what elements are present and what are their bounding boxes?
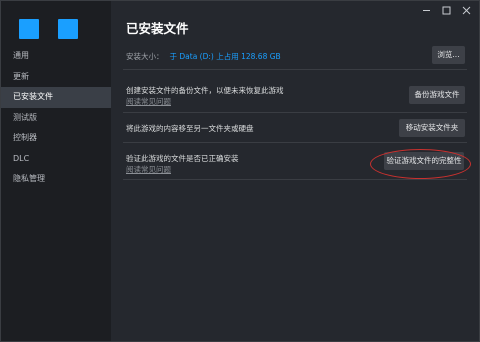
window-controls	[421, 5, 471, 19]
main-panel: 已安装文件 安装大小： 于 Data (D:) 上占用 128.68 GB 创建安…	[111, 1, 479, 341]
backup-game-files-button[interactable]: 备份游戏文件	[409, 86, 465, 104]
sidebar-item-updates[interactable]: 更新	[1, 67, 111, 88]
sidebar-item-general[interactable]: 通用	[1, 46, 111, 67]
disk-usage-value: 于 Data (D:) 上占用 128.68 GB	[169, 52, 281, 61]
browse-button[interactable]: 浏览...	[432, 46, 465, 64]
move-description: 将此游戏的内容移至另一文件夹或硬盘	[126, 124, 254, 133]
sidebar-item-controller[interactable]: 控制器	[1, 128, 111, 149]
sidebar-item-privacy[interactable]: 隐私管理	[1, 169, 111, 190]
backup-faq-link[interactable]: 阅读常见问题	[126, 96, 171, 107]
settings-window: 通用 更新 已安装文件 测试版 控制器 DLC 隐私管理 已安装文件 安装大小：…	[0, 0, 480, 342]
sidebar-nav: 通用 更新 已安装文件 测试版 控制器 DLC 隐私管理	[1, 46, 111, 190]
backup-description: 创建安装文件的备份文件，以便未来恢复此游戏	[126, 86, 284, 95]
minimize-icon[interactable]	[421, 5, 431, 15]
close-icon[interactable]	[461, 5, 471, 15]
move-install-folder-button[interactable]: 移动安装文件夹	[399, 119, 465, 137]
sidebar-item-dlc[interactable]: DLC	[1, 149, 111, 170]
logo-block-right	[58, 19, 78, 39]
sidebar: 通用 更新 已安装文件 测试版 控制器 DLC 隐私管理	[1, 1, 111, 341]
sidebar-item-betas[interactable]: 测试版	[1, 108, 111, 129]
disk-usage-row: 安装大小： 于 Data (D:) 上占用 128.68 GB	[123, 42, 467, 70]
page-title: 已安装文件	[126, 21, 189, 36]
disk-usage: 安装大小： 于 Data (D:) 上占用 128.68 GB	[126, 51, 281, 62]
disk-usage-label: 安装大小：	[126, 52, 164, 61]
logo-block-left	[19, 19, 39, 39]
verify-description: 验证此游戏的文件是否已正确安装	[126, 154, 239, 163]
maximize-icon[interactable]	[441, 5, 451, 15]
verify-integrity-button[interactable]: 验证游戏文件的完整性	[384, 152, 464, 170]
sidebar-item-installed-files[interactable]: 已安装文件	[1, 87, 111, 108]
verify-faq-link[interactable]: 阅读常见问题	[126, 164, 171, 175]
